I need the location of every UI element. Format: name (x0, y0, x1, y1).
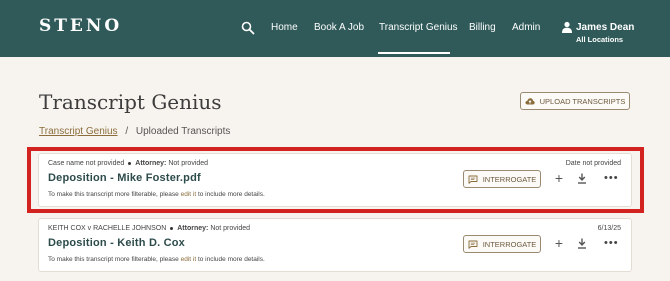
nav-home[interactable]: Home (271, 22, 298, 33)
more-options-icon[interactable]: ••• (604, 238, 618, 249)
highlight-box (27, 147, 644, 213)
transcript-date: 6/13/25 (597, 225, 621, 232)
nav-transcript-genius[interactable]: Transcript Genius (379, 22, 458, 33)
case-name: KEITH COX v RACHELLE JOHNSON (48, 225, 167, 232)
upload-transcripts-button[interactable]: UPLOAD TRANSCRIPTS (520, 92, 630, 110)
user-icon[interactable] (561, 21, 573, 33)
interrogate-button[interactable]: INTERROGATE (463, 235, 541, 253)
download-icon[interactable] (577, 238, 587, 249)
page-title: Transcript Genius (39, 90, 222, 114)
nav-book-a-job[interactable]: Book A Job (314, 22, 364, 33)
bullet-dot (170, 226, 174, 230)
nav-billing[interactable]: Billing (469, 22, 496, 33)
filter-hint: To make this transcript more filterable,… (48, 256, 265, 263)
breadcrumb-current: Uploaded Transcripts (135, 126, 231, 137)
active-nav-indicator (378, 52, 450, 54)
chat-icon (468, 240, 478, 249)
nav-admin[interactable]: Admin (512, 22, 540, 33)
user-name[interactable]: James Dean (576, 22, 634, 33)
edit-link[interactable]: edit it (181, 256, 197, 263)
transcript-card[interactable]: KEITH COX v RACHELLE JOHNSON Attorney: No… (38, 218, 632, 272)
top-nav-bar: STENO Home Book A Job Transcript Genius … (0, 0, 670, 57)
add-icon[interactable]: + (553, 236, 565, 250)
breadcrumb-transcript-genius[interactable]: Transcript Genius (39, 126, 118, 137)
card-meta: KEITH COX v RACHELLE JOHNSON Attorney: No… (48, 225, 250, 232)
attorney-label: Attorney: (177, 225, 209, 232)
breadcrumb-separator: / (125, 126, 129, 137)
search-icon[interactable] (241, 21, 255, 35)
breadcrumb: Transcript Genius / Uploaded Transcripts (39, 126, 230, 137)
hint-text: To make this transcript more filterable,… (48, 256, 179, 263)
interrogate-label: INTERROGATE (482, 239, 537, 249)
upload-transcripts-label: UPLOAD TRANSCRIPTS (539, 96, 626, 106)
hint-text-end: to include more details. (197, 256, 265, 263)
attorney-value: Not provided (210, 225, 251, 232)
cloud-upload-icon (525, 98, 535, 105)
user-location[interactable]: All Locations (576, 35, 623, 44)
steno-logo[interactable]: STENO (39, 16, 122, 36)
transcript-title[interactable]: Deposition - Keith D. Cox (48, 237, 185, 249)
